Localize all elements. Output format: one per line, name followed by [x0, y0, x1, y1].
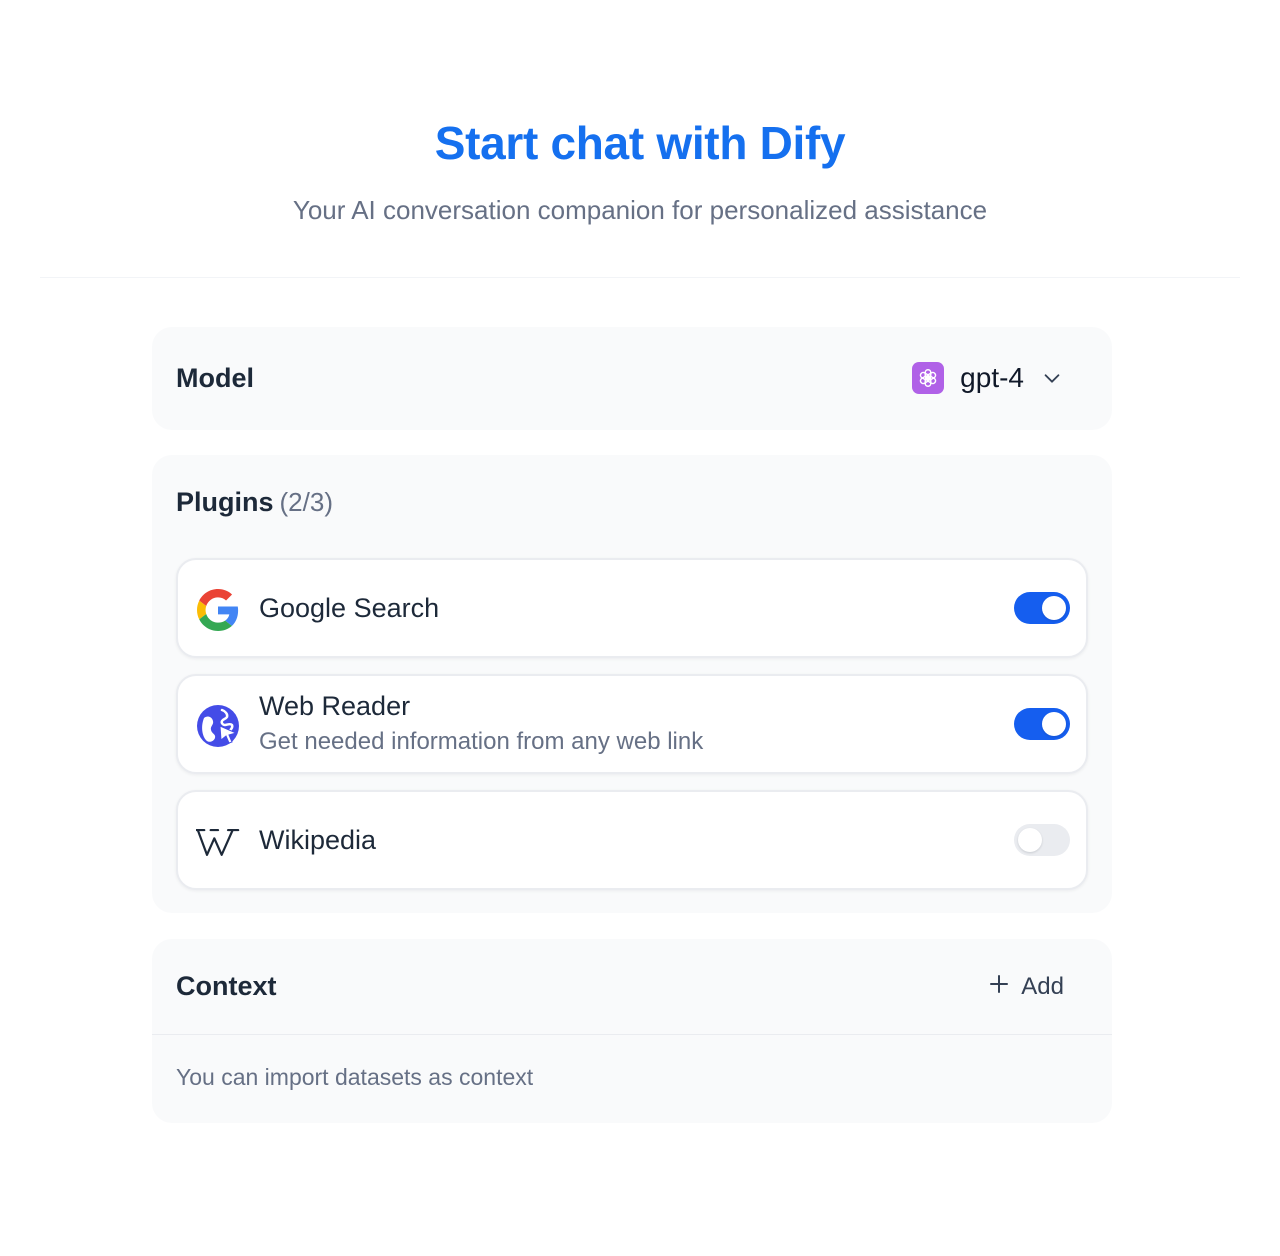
web-reader-icon: [196, 704, 240, 748]
context-title: Context: [176, 971, 277, 1001]
model-card: Model gpt-4: [152, 327, 1112, 430]
page-title: Start chat with Dify: [434, 117, 846, 169]
plugin-name: Google Search: [259, 593, 440, 623]
wikipedia-toggle[interactable]: [1014, 824, 1070, 856]
plugins-title: Plugins: [176, 487, 274, 517]
context-hint: You can import datasets as context: [176, 1064, 534, 1090]
selected-model-name: gpt-4: [960, 362, 1024, 393]
context-card: Context Add You can import datasets as c…: [152, 939, 1112, 1123]
plugin-web-reader: Web Reader Get needed information from a…: [176, 674, 1088, 774]
toggle-knob: [1042, 596, 1066, 620]
model-selector[interactable]: gpt-4: [912, 362, 1064, 394]
chat-setup-page: Start chat with Dify Your AI conversatio…: [0, 0, 1280, 1256]
plugin-description: Get needed information from any web link: [259, 728, 704, 755]
google-search-toggle[interactable]: [1014, 592, 1070, 624]
plugin-google-search: Google Search: [176, 558, 1088, 658]
plugins-header: Plugins (2/3): [176, 484, 333, 525]
hero-section: Start chat with Dify Your AI conversatio…: [0, 0, 1280, 226]
chevron-down-icon: [1040, 366, 1064, 390]
plugin-wikipedia: Wikipedia: [176, 790, 1088, 890]
header-divider: [40, 277, 1240, 278]
add-button-label: Add: [1021, 973, 1064, 1000]
plugin-name: Wikipedia: [259, 825, 377, 855]
add-context-button[interactable]: Add: [989, 970, 1064, 1004]
plugins-count: (2/3): [279, 487, 333, 517]
toggle-knob: [1042, 712, 1066, 736]
model-label: Model: [176, 363, 254, 393]
plugin-name: Web Reader: [259, 691, 411, 721]
google-icon: [196, 588, 240, 632]
openai-icon: [912, 362, 945, 394]
toggle-knob: [1018, 828, 1042, 852]
web-reader-toggle[interactable]: [1014, 708, 1070, 740]
plugins-card: Plugins (2/3) Google Search Web Reader G…: [152, 455, 1112, 913]
wikipedia-icon: [196, 820, 240, 864]
context-divider: [152, 1034, 1112, 1035]
page-subtitle: Your AI conversation companion for perso…: [292, 195, 988, 225]
plus-icon: [989, 973, 1009, 1001]
